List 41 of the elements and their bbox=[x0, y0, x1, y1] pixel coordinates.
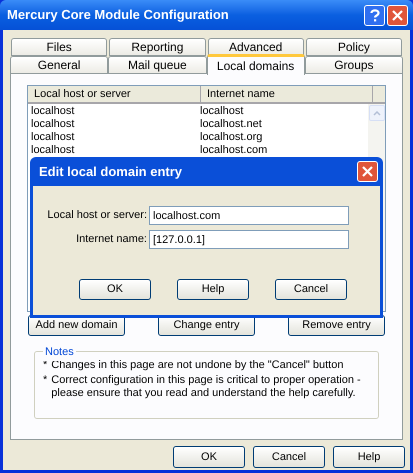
window-title: Mercury Core Module Configuration bbox=[7, 6, 230, 24]
tab[interactable]: General bbox=[10, 56, 108, 74]
tab[interactable]: Groups bbox=[304, 56, 403, 74]
button[interactable]: Cancel bbox=[253, 446, 325, 468]
button[interactable]: Help bbox=[333, 446, 405, 468]
tab[interactable]: Reporting bbox=[109, 38, 206, 56]
help-icon bbox=[370, 8, 380, 22]
dialog-title: Edit local domain entry bbox=[39, 162, 184, 181]
bullet: * bbox=[43, 359, 48, 372]
field-label: Local host or server: bbox=[46, 208, 148, 224]
button[interactable]: OK bbox=[79, 279, 151, 300]
tab[interactable]: Files bbox=[11, 38, 108, 56]
close-icon bbox=[392, 10, 403, 20]
close-button[interactable] bbox=[357, 161, 378, 182]
table-cell-text: localhost bbox=[30, 144, 76, 157]
input-field[interactable]: localhost.com bbox=[149, 206, 349, 225]
tab[interactable]: Policy bbox=[306, 38, 402, 56]
table-cell-text: localhost bbox=[30, 131, 76, 144]
button[interactable]: Cancel bbox=[275, 279, 347, 300]
column-header bbox=[373, 86, 385, 104]
group-title: Notes bbox=[43, 344, 76, 360]
note-text: Changes in this page are not undone by the "Cancel" button bbox=[51, 359, 344, 372]
table-cell-text: localhost bbox=[30, 118, 76, 131]
note-text: Correct configuration in this page is critical to proper operation - please ensure that you read and understand the help carefully. bbox=[51, 374, 362, 400]
table-cell-text: localhost bbox=[199, 105, 244, 118]
tab[interactable]: Mail queue bbox=[108, 56, 206, 74]
help-button[interactable] bbox=[364, 4, 385, 26]
button[interactable]: OK bbox=[173, 446, 245, 468]
button[interactable]: Help bbox=[177, 279, 249, 300]
input-field[interactable]: [127.0.0.1] bbox=[149, 230, 349, 249]
table-cell-text: localhost.com bbox=[199, 144, 268, 157]
table-cell-text: localhost bbox=[30, 105, 76, 118]
close-icon bbox=[362, 166, 373, 177]
column-header[interactable]: Internet name bbox=[201, 86, 373, 104]
column-header[interactable]: Local host or server bbox=[28, 86, 201, 104]
close-button[interactable] bbox=[387, 4, 408, 26]
field-label: Internet name: bbox=[75, 232, 148, 248]
table-cell-text: localhost.org bbox=[199, 131, 262, 144]
tab[interactable]: Local domains bbox=[206, 54, 305, 75]
bullet: * bbox=[43, 374, 48, 388]
table-cell-text: localhost.net bbox=[199, 118, 262, 131]
